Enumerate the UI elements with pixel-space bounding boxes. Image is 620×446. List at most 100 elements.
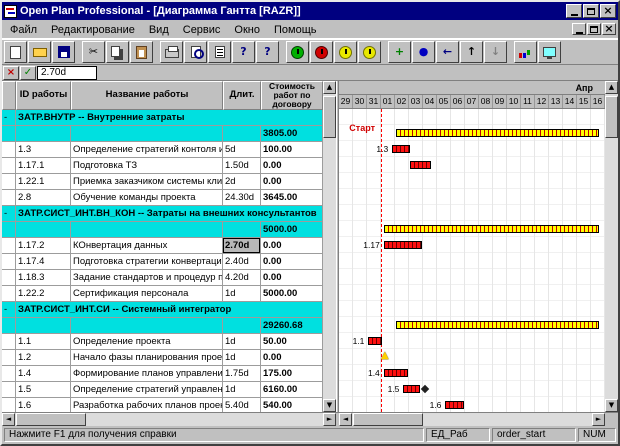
menu-item-file[interactable]: Файл (3, 22, 44, 38)
table-row[interactable]: 1.17.4Подготовка стратегии конвертации2.… (2, 254, 323, 270)
id-cell[interactable]: 1.4 (16, 366, 71, 382)
mdi-minimize-button[interactable] (572, 23, 586, 35)
id-cell[interactable] (16, 318, 71, 334)
table-row[interactable]: 1.22.2Сертификация персонала1d5000.00 (2, 286, 323, 302)
move-up-button[interactable]: ↑ (460, 41, 483, 63)
name-cell[interactable]: Определение проекта (71, 334, 223, 350)
gantt-hscroll-track[interactable] (352, 413, 592, 426)
duration-cell[interactable]: 2d (223, 174, 261, 190)
id-cell[interactable]: 1.6 (16, 398, 71, 412)
cost-cell[interactable]: 3805.00 (261, 126, 323, 142)
promote-button[interactable]: ← (436, 41, 459, 63)
cost-cell[interactable]: 5000.00 (261, 222, 323, 238)
name-cell[interactable]: Приемка заказчиком системы клиент (71, 174, 223, 190)
duration-cell[interactable]: 5d (223, 142, 261, 158)
duration-cell[interactable]: 1d (223, 286, 261, 302)
id-cell[interactable] (16, 126, 71, 142)
duration-cell[interactable]: 1d (223, 334, 261, 350)
scroll-left-icon[interactable]: ◄ (2, 413, 15, 426)
table-row[interactable]: 29260.68 (2, 318, 323, 334)
link-activities-button[interactable]: ● (412, 41, 435, 63)
menu-item-edit[interactable]: Редактирование (44, 22, 142, 38)
id-cell[interactable]: 1.18.3 (16, 270, 71, 286)
calendar-button[interactable] (358, 41, 381, 63)
gantt-hscrollbar[interactable]: ◄ ► (339, 413, 605, 426)
gantt-vscroll-track[interactable] (605, 94, 618, 399)
cost-cell[interactable]: 540.00 (261, 398, 323, 412)
save-button[interactable] (52, 41, 75, 63)
cost-cell[interactable]: 0.00 (261, 254, 323, 270)
table-row[interactable]: 2.8Обучение команды проекта24.30d3645.00 (2, 190, 323, 206)
view-barchart-button[interactable] (514, 41, 537, 63)
id-cell[interactable]: 1.22.1 (16, 174, 71, 190)
time-analysis-button[interactable] (286, 41, 309, 63)
table-vscrollbar[interactable]: ▲ ▼ (323, 81, 336, 412)
paste-button[interactable] (130, 41, 153, 63)
table-vscroll-track[interactable] (323, 94, 336, 399)
print-button[interactable] (160, 41, 183, 63)
table-row[interactable]: 1.22.1Приемка заказчиком системы клиент2… (2, 174, 323, 190)
copy-button[interactable] (106, 41, 129, 63)
view-spreadsheet-button[interactable] (538, 41, 561, 63)
table-row[interactable]: 1.5Определение стратегий управления и1d6… (2, 382, 323, 398)
id-cell[interactable]: 1.17.2 (16, 238, 71, 254)
gantt-bar-task[interactable] (410, 161, 431, 169)
open-button[interactable] (28, 41, 51, 63)
duration-cell[interactable] (223, 222, 261, 238)
id-cell[interactable]: 1.1 (16, 334, 71, 350)
minimize-button[interactable] (566, 4, 582, 18)
table-row[interactable]: 1.17.1Подготовка ТЗ1.50d0.00 (2, 158, 323, 174)
table-row[interactable]: 1.1Определение проекта1d50.00 (2, 334, 323, 350)
menu-item-view[interactable]: Вид (142, 22, 176, 38)
id-cell[interactable]: 1.3 (16, 142, 71, 158)
name-cell[interactable]: Определение стратегий управления и (71, 382, 223, 398)
name-cell[interactable]: Сертификация персонала (71, 286, 223, 302)
gantt-vscrollbar[interactable]: ▲ ▼ (605, 81, 618, 412)
name-cell[interactable]: Подготовка стратегии конвертации (71, 254, 223, 270)
cost-cell[interactable]: 100.00 (261, 142, 323, 158)
cost-cell[interactable]: 6160.00 (261, 382, 323, 398)
name-cell[interactable]: Подготовка ТЗ (71, 158, 223, 174)
mdi-close-button[interactable]: × (602, 23, 616, 35)
scroll-up-icon[interactable]: ▲ (323, 81, 336, 94)
add-activity-button[interactable]: + (388, 41, 411, 63)
gantt-bar-task[interactable] (445, 401, 463, 409)
context-help-button[interactable]: ? (256, 41, 279, 63)
scroll-left-icon[interactable]: ◄ (339, 413, 352, 426)
name-cell[interactable]: Начало фазы планирования проекта (71, 350, 223, 366)
name-cell[interactable] (71, 222, 223, 238)
duration-cell[interactable] (223, 318, 261, 334)
resource-button[interactable] (334, 41, 357, 63)
name-cell[interactable]: Разработка рабочих планов проекта (71, 398, 223, 412)
name-cell[interactable] (71, 126, 223, 142)
new-button[interactable] (4, 41, 27, 63)
name-cell[interactable]: Определение стратегий контоля и отч (71, 142, 223, 158)
id-cell[interactable]: 1.2 (16, 350, 71, 366)
gantt-bar-task[interactable] (403, 385, 420, 393)
duration-cell[interactable]: 1.50d (223, 158, 261, 174)
cost-cell[interactable]: 0.00 (261, 350, 323, 366)
help-button[interactable]: ? (232, 41, 255, 63)
close-button[interactable]: × (600, 4, 616, 18)
print-preview-button[interactable] (184, 41, 207, 63)
gantt-bar-task[interactable] (384, 241, 422, 249)
duration-cell[interactable]: 1d (223, 382, 261, 398)
scroll-right-icon[interactable]: ► (592, 413, 605, 426)
id-cell[interactable]: 1.17.1 (16, 158, 71, 174)
progress-button[interactable] (310, 41, 333, 63)
expand-column-header[interactable] (2, 81, 16, 110)
gantt-vscroll-thumb[interactable] (605, 96, 618, 138)
confirm-edit-button[interactable]: ✓ (20, 66, 36, 80)
cost-cell[interactable]: 175.00 (261, 366, 323, 382)
gantt-bar-task[interactable] (384, 369, 409, 377)
cancel-edit-button[interactable]: × (3, 66, 19, 80)
name-cell[interactable]: Задание стандартов и процедур по д (71, 270, 223, 286)
report-button[interactable] (208, 41, 231, 63)
scroll-down-icon[interactable]: ▼ (605, 399, 618, 412)
duration-cell[interactable]: 2.70d (223, 238, 261, 254)
cost-cell[interactable]: 50.00 (261, 334, 323, 350)
duration-cell[interactable]: 4.20d (223, 270, 261, 286)
table-row[interactable]: 1.17.2КОнвертация данных2.70d0.00 (2, 238, 323, 254)
table-row[interactable]: 5000.00 (2, 222, 323, 238)
id-column-header[interactable]: ID работы (16, 81, 71, 110)
